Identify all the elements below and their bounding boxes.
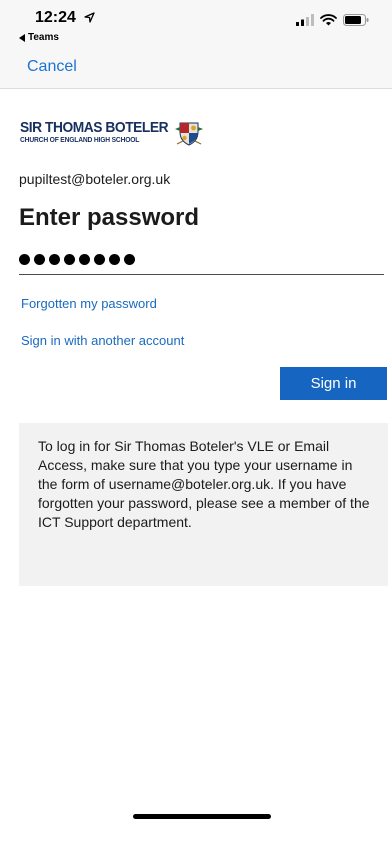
password-input[interactable] bbox=[19, 244, 384, 275]
password-dot bbox=[19, 253, 30, 265]
password-dot bbox=[34, 253, 45, 265]
school-logo: SIR THOMAS BOTELER CHURCH OF ENGLAND HIG… bbox=[20, 119, 204, 146]
password-dot bbox=[49, 253, 60, 265]
info-text: To log in for Sir Thomas Boteler's VLE o… bbox=[38, 438, 370, 530]
password-dot bbox=[79, 253, 90, 265]
sign-in-button[interactable]: Sign in bbox=[280, 367, 387, 400]
cancel-button[interactable]: Cancel bbox=[27, 58, 77, 76]
logo-sub-text: CHURCH OF ENGLAND HIGH SCHOOL bbox=[20, 135, 140, 144]
school-crest-icon bbox=[175, 122, 204, 146]
another-account-link[interactable]: Sign in with another account bbox=[21, 333, 184, 348]
back-triangle-icon bbox=[19, 33, 25, 42]
forgot-password-link[interactable]: Forgotten my password bbox=[21, 296, 157, 311]
wifi-icon bbox=[320, 14, 337, 26]
password-dot bbox=[94, 253, 105, 265]
page-title: Enter password bbox=[19, 204, 200, 231]
signal-icon bbox=[296, 14, 314, 26]
status-time: 12:24 bbox=[35, 9, 76, 26]
logo-main-text: SIR THOMAS BOTELER bbox=[20, 119, 169, 136]
location-arrow-icon bbox=[84, 12, 95, 23]
home-indicator[interactable] bbox=[133, 814, 271, 819]
password-dot bbox=[64, 253, 75, 265]
password-dot bbox=[124, 253, 135, 265]
back-app-label: Teams bbox=[28, 32, 59, 43]
battery-icon bbox=[343, 14, 369, 26]
account-email: pupiltest@boteler.org.uk bbox=[19, 171, 171, 187]
password-dot bbox=[109, 253, 120, 265]
password-mask bbox=[19, 253, 135, 265]
status-icons bbox=[296, 14, 370, 26]
back-to-app[interactable]: Teams bbox=[19, 32, 59, 43]
info-box: To log in for Sir Thomas Boteler's VLE o… bbox=[19, 423, 388, 586]
